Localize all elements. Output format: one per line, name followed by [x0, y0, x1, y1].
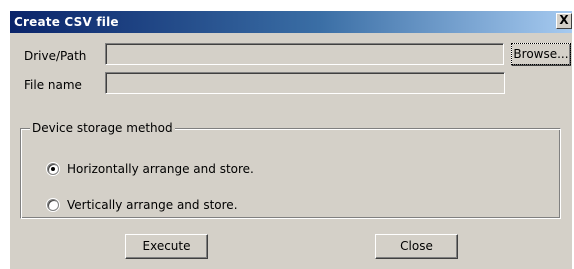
drive-path-field[interactable] — [105, 43, 504, 65]
browse-button[interactable]: Browse... — [511, 43, 571, 66]
execute-button[interactable]: Execute — [125, 234, 208, 259]
close-icon[interactable]: X — [556, 13, 572, 29]
radio-vertical[interactable]: Vertically arrange and store. — [47, 197, 238, 213]
dialog-title: Create CSV file — [14, 15, 119, 29]
create-csv-dialog: Create CSV file X Drive/Path Browse... F… — [10, 11, 572, 269]
execute-button-label: Execute — [142, 239, 191, 253]
close-button[interactable]: Close — [375, 234, 458, 259]
radio-horizontal[interactable]: Horizontally arrange and store. — [47, 161, 254, 177]
radio-horizontal-label: Horizontally arrange and store. — [67, 162, 254, 176]
device-storage-method-group: Device storage method Horizontally arran… — [20, 121, 561, 219]
drive-path-label: Drive/Path — [24, 49, 87, 63]
radio-button-unchecked[interactable] — [47, 199, 59, 211]
group-title: Device storage method — [30, 121, 175, 135]
title-bar[interactable]: Create CSV file X — [10, 11, 572, 33]
radio-button-checked[interactable] — [47, 163, 59, 175]
file-name-field[interactable] — [105, 72, 505, 94]
file-name-label: File name — [24, 78, 82, 92]
close-button-label: Close — [400, 239, 433, 253]
radio-vertical-label: Vertically arrange and store. — [67, 198, 238, 212]
browse-button-label: Browse... — [511, 43, 571, 65]
